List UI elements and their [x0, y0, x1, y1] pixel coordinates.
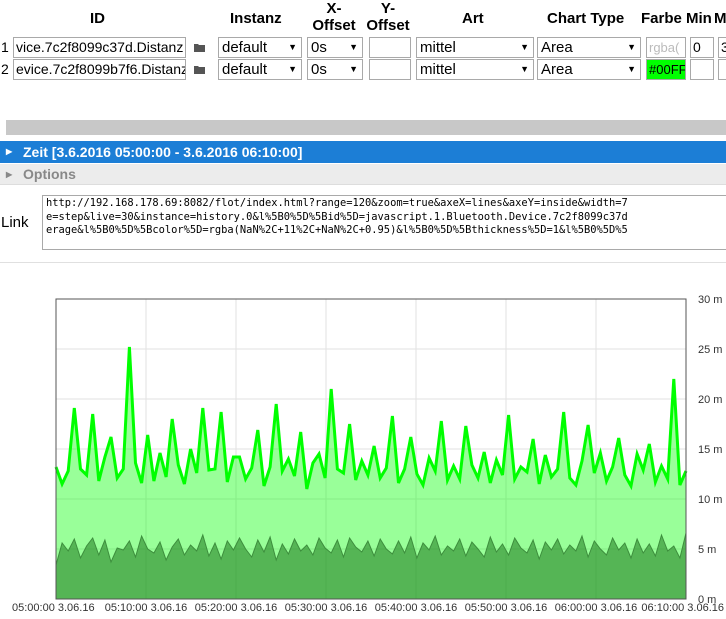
farbe-field[interactable]: #00FF	[646, 59, 686, 80]
instanz-select[interactable]: default ▼	[218, 59, 302, 80]
dropdown-arrow-icon: ▼	[627, 42, 636, 52]
dropdown-arrow-icon: ▼	[288, 42, 297, 52]
y-tick-label: 0 m	[698, 594, 716, 606]
x-tick-label: 05:20:00 3.06.16	[195, 602, 278, 614]
header-instanz: Instanz	[230, 10, 282, 27]
x-tick-label: 05:50:00 3.06.16	[465, 602, 548, 614]
x-offset-select[interactable]: 0s ▼	[307, 59, 363, 80]
options-label: Options	[23, 166, 76, 182]
dropdown-arrow-icon: ▼	[627, 64, 636, 74]
max-field[interactable]	[718, 59, 726, 80]
y-tick-label: 30 m	[698, 294, 722, 306]
x-axis-ticks: 05:00:00 3.06.16 05:10:00 3.06.16 05:20:00…	[12, 602, 724, 614]
dropdown-arrow-icon: ▼	[520, 42, 529, 52]
id-field[interactable]: evice.7c2f8099b7f6.Distanz	[13, 59, 186, 80]
caret-right-icon: ▶	[6, 170, 13, 179]
y-tick-label: 25 m	[698, 344, 722, 356]
dropdown-arrow-icon: ▼	[349, 64, 358, 74]
folder-icon[interactable]	[194, 65, 206, 74]
x-tick-label: 05:40:00 3.06.16	[375, 602, 458, 614]
min-field[interactable]	[690, 59, 714, 80]
header-min: Min	[686, 10, 712, 27]
dropdown-arrow-icon: ▼	[288, 64, 297, 74]
zeit-section-header[interactable]: ▶ Zeit [3.6.2016 05:00:00 - 3.6.2016 06:…	[0, 141, 726, 163]
max-field[interactable]: 3	[718, 37, 726, 58]
art-select[interactable]: mittel ▼	[416, 37, 534, 58]
link-textarea[interactable]: http://192.168.178.69:8082/flot/index.ht…	[42, 195, 726, 250]
header-id: ID	[90, 10, 105, 27]
y-tick-label: 15 m	[698, 444, 722, 456]
x-tick-label: 05:10:00 3.06.16	[105, 602, 188, 614]
options-section-header[interactable]: ▶ Options	[0, 164, 726, 185]
y-axis-ticks: 30 m 25 m 20 m 15 m 10 m 5 m 0 m	[698, 294, 722, 606]
row-number: 1	[1, 39, 9, 55]
instanz-select[interactable]: default ▼	[218, 37, 302, 58]
link-label: Link	[1, 214, 29, 231]
header-max: M	[714, 10, 726, 27]
chart-type-select[interactable]: Area ▼	[537, 59, 641, 80]
y-offset-field[interactable]	[369, 59, 411, 80]
caret-right-icon: ▶	[6, 147, 13, 156]
distance-chart: 05:00:00 3.06.16 05:10:00 3.06.16 05:20:00…	[12, 294, 724, 614]
chart-areas	[54, 346, 688, 599]
y-tick-label: 20 m	[698, 394, 722, 406]
y-tick-label: 10 m	[698, 494, 722, 506]
header-chart-type: Chart Type	[547, 10, 625, 27]
header-art: Art	[462, 10, 484, 27]
y-offset-field[interactable]	[369, 37, 411, 58]
art-select[interactable]: mittel ▼	[416, 59, 534, 80]
farbe-field[interactable]: rgba(	[646, 37, 686, 58]
chart-type-select[interactable]: Area ▼	[537, 37, 641, 58]
x-tick-label: 05:00:00 3.06.16	[12, 602, 95, 614]
id-field[interactable]: vice.7c2f8099c37d.Distanz	[13, 37, 186, 58]
header-x-offset: X-Offset	[312, 0, 356, 34]
dropdown-arrow-icon: ▼	[520, 64, 529, 74]
x-tick-label: 05:30:00 3.06.16	[285, 602, 368, 614]
folder-icon[interactable]	[194, 43, 206, 52]
min-field[interactable]: 0	[690, 37, 714, 58]
x-tick-label: 06:00:00 3.06.16	[555, 602, 638, 614]
zeit-label: Zeit [3.6.2016 05:00:00 - 3.6.2016 06:10…	[23, 144, 303, 160]
x-offset-select[interactable]: 0s ▼	[307, 37, 363, 58]
header-y-offset: Y-Offset	[366, 0, 410, 34]
row-number: 2	[1, 61, 9, 77]
horizontal-scrollbar[interactable]	[6, 120, 726, 135]
dropdown-arrow-icon: ▼	[349, 42, 358, 52]
header-farbe: Farbe	[641, 10, 682, 27]
y-tick-label: 5 m	[698, 544, 716, 556]
